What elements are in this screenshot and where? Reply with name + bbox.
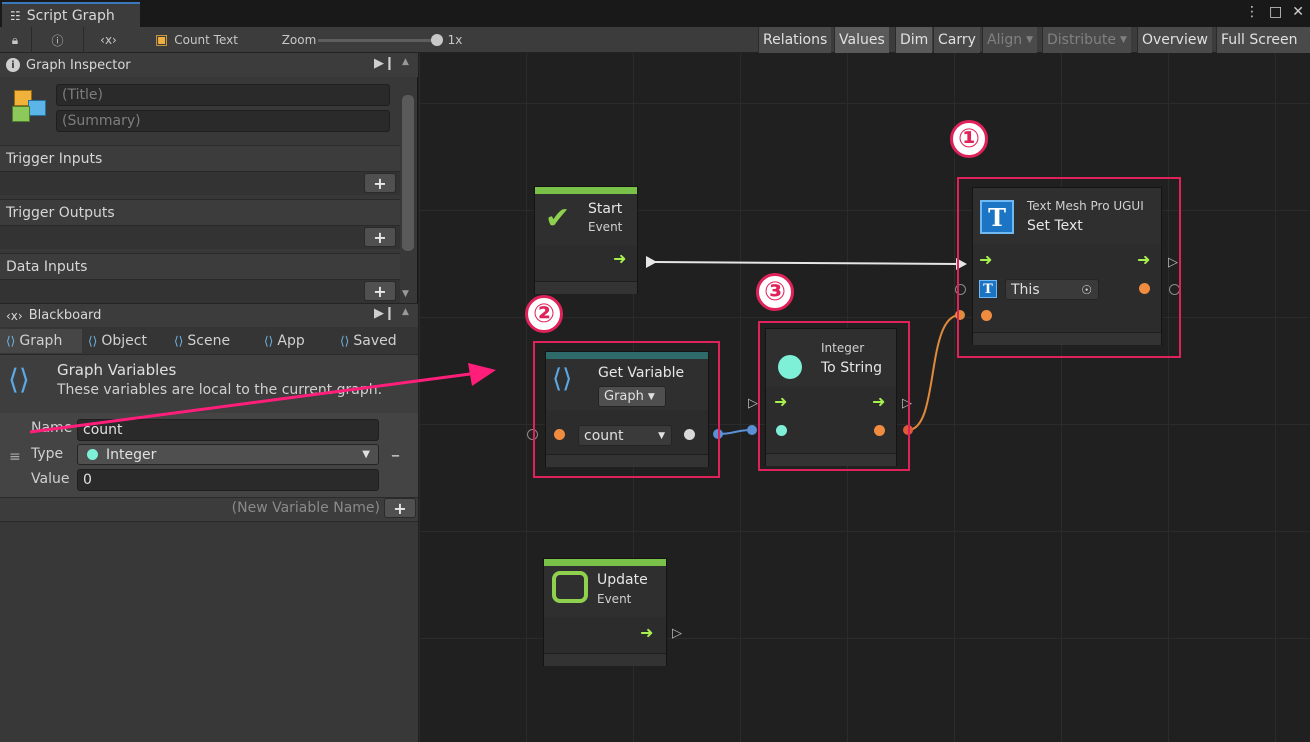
- update-node-header-bar: [544, 559, 666, 566]
- start-node-header-bar: [535, 187, 637, 194]
- annotation-marker-2: ②: [525, 295, 563, 333]
- string-data-wire: [907, 314, 961, 431]
- flow-output-icon[interactable]: ➜: [640, 623, 653, 642]
- flow-output-port-icon[interactable]: ▷: [672, 626, 682, 641]
- integer-wire-end: [747, 425, 757, 435]
- flow-output-icon[interactable]: ➜: [613, 249, 626, 268]
- highlight-box-set-text: [957, 177, 1181, 358]
- flow-output-arrow: [646, 256, 657, 268]
- highlight-box-get-variable: [533, 341, 720, 478]
- start-node-title: Start: [588, 201, 623, 217]
- start-node-subtitle: Event: [588, 220, 623, 234]
- integer-data-wire: [717, 429, 753, 435]
- annotation-marker-3: ③: [756, 273, 794, 311]
- update-node-title: Update: [597, 572, 648, 588]
- update-event-node[interactable]: Update Event ➜: [543, 558, 667, 666]
- update-loop-icon: [552, 571, 588, 603]
- highlight-box-to-string: [758, 321, 910, 471]
- flow-input-port-icon[interactable]: ▷: [748, 396, 758, 411]
- annotation-arrow: [29, 372, 471, 434]
- checkmark-icon: ✔: [545, 201, 571, 236]
- annotation-arrowhead: [468, 363, 496, 386]
- annotation-marker-1: ①: [950, 120, 988, 158]
- control-flow-wire: [653, 261, 959, 265]
- update-node-subtitle: Event: [597, 592, 632, 606]
- start-event-node[interactable]: ✔ Start Event ➜: [534, 186, 638, 294]
